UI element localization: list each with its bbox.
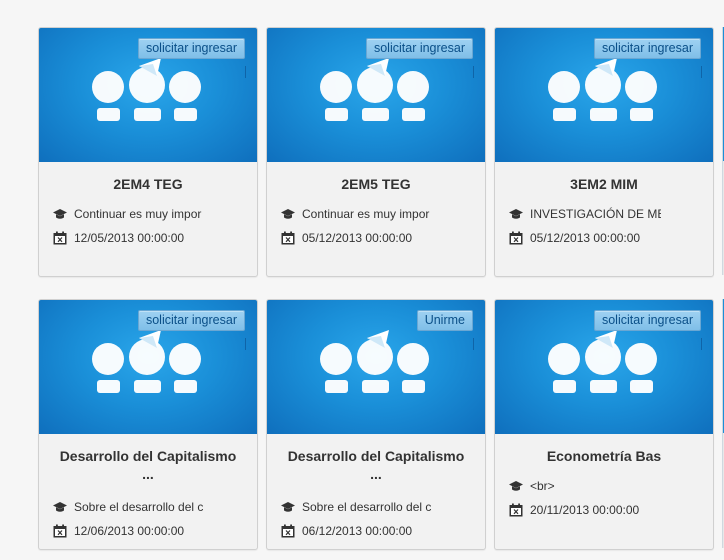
group-card[interactable]: solicitar ingresar 2EM4 TEG Continuar es… [38,27,258,277]
group-title-text: Desarrollo del Capitalismo [59,448,237,464]
graduation-cap-icon [53,502,67,512]
group-title-text: 2EM5 TEG [341,176,411,192]
group-people-icon [92,330,201,393]
graduation-cap-icon [281,502,295,512]
banner-divider [245,66,246,78]
join-request-button[interactable]: solicitar ingresar [137,310,245,331]
graduation-cap-icon [281,209,295,219]
group-title[interactable]: Desarrollo del Capitalismo ... [267,447,485,483]
graduation-cap-icon [53,209,67,219]
group-description-text: INVESTIGACIÓN DE ME [530,207,661,221]
group-description: Sobre el desarrollo del c [53,499,226,515]
group-card[interactable]: solicitar ingresar 3EM2 MIM INVESTIGACIÓ… [494,27,714,277]
group-date: 12/06/2013 00:00:00 [53,523,214,539]
group-description-text: Sobre el desarrollo del c [74,500,204,514]
calendar-icon [509,231,523,245]
group-banner: solicitar ingresar [267,28,485,162]
group-date: 20/11/2013 00:00:00 [509,502,670,518]
calendar-icon [509,503,523,517]
calendar-icon [53,231,67,245]
group-description: Continuar es muy impor [281,206,433,222]
group-title[interactable]: 2EM4 TEG [39,175,257,193]
banner-divider [701,66,702,78]
group-date: 06/12/2013 00:00:00 [281,523,442,539]
group-date-text: 06/12/2013 00:00:00 [302,524,413,538]
banner-divider [701,338,702,350]
group-description-text: Continuar es muy impor [302,207,430,221]
group-people-icon [548,330,657,393]
group-date: 12/05/2013 00:00:00 [53,230,214,246]
group-card[interactable]: solicitar ingresar Desarrollo del Capita… [38,299,258,550]
join-request-button[interactable]: solicitar ingresar [593,38,701,59]
join-request-button[interactable]: solicitar ingresar [137,38,245,59]
group-title[interactable]: 2EM5 TEG [267,175,485,193]
banner-divider [473,338,474,350]
calendar-icon [281,231,295,245]
group-card[interactable]: solicitar ingresar 2EM5 TEG Continuar es… [266,27,486,277]
group-banner: solicitar ingresar [495,300,713,434]
group-date-text: 05/12/2013 00:00:00 [530,231,641,245]
group-banner: Unirme [267,300,485,434]
group-description-text: Sobre el desarrollo del c [302,500,432,514]
group-banner: solicitar ingresar [39,28,257,162]
group-date-text: 05/12/2013 00:00:00 [302,231,413,245]
group-title-text: 3EM2 MIM [570,176,638,192]
group-date: 05/12/2013 00:00:00 [509,230,670,246]
group-description-text: Continuar es muy impor [74,207,202,221]
group-date-text: 12/06/2013 00:00:00 [74,524,185,538]
group-title-ellipsis: ... [142,466,154,482]
banner-divider [473,66,474,78]
group-title-ellipsis: ... [370,466,382,482]
group-description: Continuar es muy impor [53,206,205,222]
group-banner: solicitar ingresar [495,28,713,162]
group-description-text: <br> [530,479,555,493]
join-request-button[interactable]: Unirme [416,310,473,331]
group-description: <br> [509,478,661,494]
group-title[interactable]: 3EM2 MIM [495,175,713,193]
group-date-text: 20/11/2013 00:00:00 [530,503,640,517]
graduation-cap-icon [509,481,523,491]
group-card[interactable]: Unirme Desarrollo del Capitalismo ... So… [266,299,486,550]
group-people-icon [548,58,657,121]
join-request-button[interactable]: solicitar ingresar [593,310,701,331]
graduation-cap-icon [509,209,523,219]
group-people-icon [320,58,429,121]
group-date: 05/12/2013 00:00:00 [281,230,442,246]
group-description: Sobre el desarrollo del c [281,499,454,515]
join-request-button[interactable]: solicitar ingresar [365,38,473,59]
group-title-text: Econometría Bas [546,448,662,464]
group-title-text: Desarrollo del Capitalismo [287,448,465,464]
banner-divider [245,338,246,350]
group-date-text: 12/05/2013 00:00:00 [74,231,185,245]
group-people-icon [92,58,201,121]
group-people-icon [320,330,429,393]
group-description: INVESTIGACIÓN DE ME [509,206,661,222]
calendar-icon [281,524,295,538]
group-title[interactable]: Econometría Bas [495,447,713,465]
group-title-text: 2EM4 TEG [113,176,183,192]
calendar-icon [53,524,67,538]
group-banner: solicitar ingresar [39,300,257,434]
group-title[interactable]: Desarrollo del Capitalismo ... [39,447,257,483]
group-card[interactable]: solicitar ingresar Econometría Bas <br> … [494,299,714,550]
